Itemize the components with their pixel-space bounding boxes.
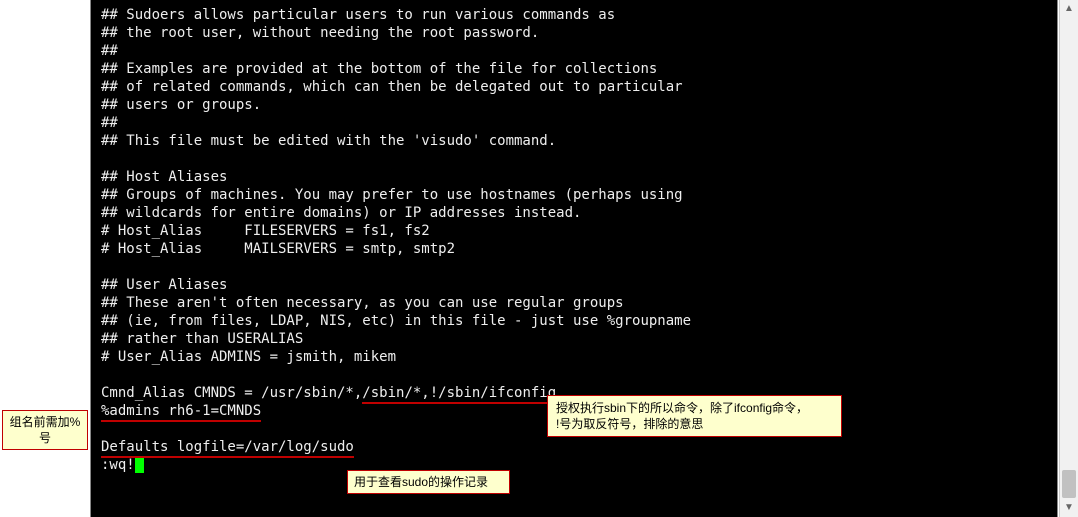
- scroll-thumb[interactable]: [1062, 470, 1076, 498]
- file-line: ## Host Aliases: [101, 169, 227, 185]
- file-line: # Host_Alias MAILSERVERS = smtp, smtp2: [101, 241, 455, 257]
- annotation-line: 授权执行sbin下的所以命令，除了ifconfig命令，: [556, 400, 833, 416]
- file-line: ## These aren't often necessary, as you …: [101, 295, 624, 311]
- file-line: # User_Alias ADMINS = jsmith, mikem: [101, 349, 396, 365]
- annotation-cmnd-alias: 授权执行sbin下的所以命令，除了ifconfig命令， !号为取反符号，排除的…: [547, 395, 842, 437]
- file-line: ## (ie, from files, LDAP, NIS, etc) in t…: [101, 313, 691, 329]
- screenshot-root: ## Sudoers allows particular users to ru…: [0, 0, 1078, 517]
- file-line: ##: [101, 115, 118, 131]
- vi-command-line[interactable]: :wq!: [101, 457, 144, 473]
- defaults-logfile-line: Defaults logfile=/var/log/sudo: [101, 439, 354, 458]
- scroll-down-arrow[interactable]: ▼: [1060, 499, 1078, 517]
- scrollbar[interactable]: ▲ ▼: [1059, 0, 1078, 517]
- file-line: ## Examples are provided at the bottom o…: [101, 61, 657, 77]
- admins-rule-line: %admins rh6-1=CMNDS: [101, 403, 261, 422]
- cmnd-alias-highlight: /sbin/*,!/sbin/ifconfig: [362, 385, 556, 404]
- file-line: ## wildcards for entire domains) or IP a…: [101, 205, 581, 221]
- scroll-up-arrow[interactable]: ▲: [1060, 0, 1078, 18]
- file-line: ## rather than USERALIAS: [101, 331, 303, 347]
- cmnd-alias-line: Cmnd_Alias CMNDS = /usr/sbin/*,/sbin/*,!…: [101, 385, 556, 404]
- annotation-logfile: 用于查看sudo的操作记录: [347, 470, 510, 494]
- file-line: ## This file must be edited with the 'vi…: [101, 133, 556, 149]
- file-line: ## of related commands, which can then b…: [101, 79, 683, 95]
- file-line: ## Groups of machines. You may prefer to…: [101, 187, 683, 203]
- annotation-line: !号为取反符号，排除的意思: [556, 416, 833, 432]
- file-line: ## Sudoers allows particular users to ru…: [101, 7, 615, 23]
- annotation-group-prefix: 组名前需加%号: [2, 410, 88, 450]
- file-line: # Host_Alias FILESERVERS = fs1, fs2: [101, 223, 430, 239]
- terminal[interactable]: ## Sudoers allows particular users to ru…: [90, 0, 1058, 517]
- file-line: ##: [101, 43, 118, 59]
- cursor: [135, 458, 144, 473]
- file-line: ## User Aliases: [101, 277, 227, 293]
- file-line: ## users or groups.: [101, 97, 261, 113]
- file-line: ## the root user, without needing the ro…: [101, 25, 539, 41]
